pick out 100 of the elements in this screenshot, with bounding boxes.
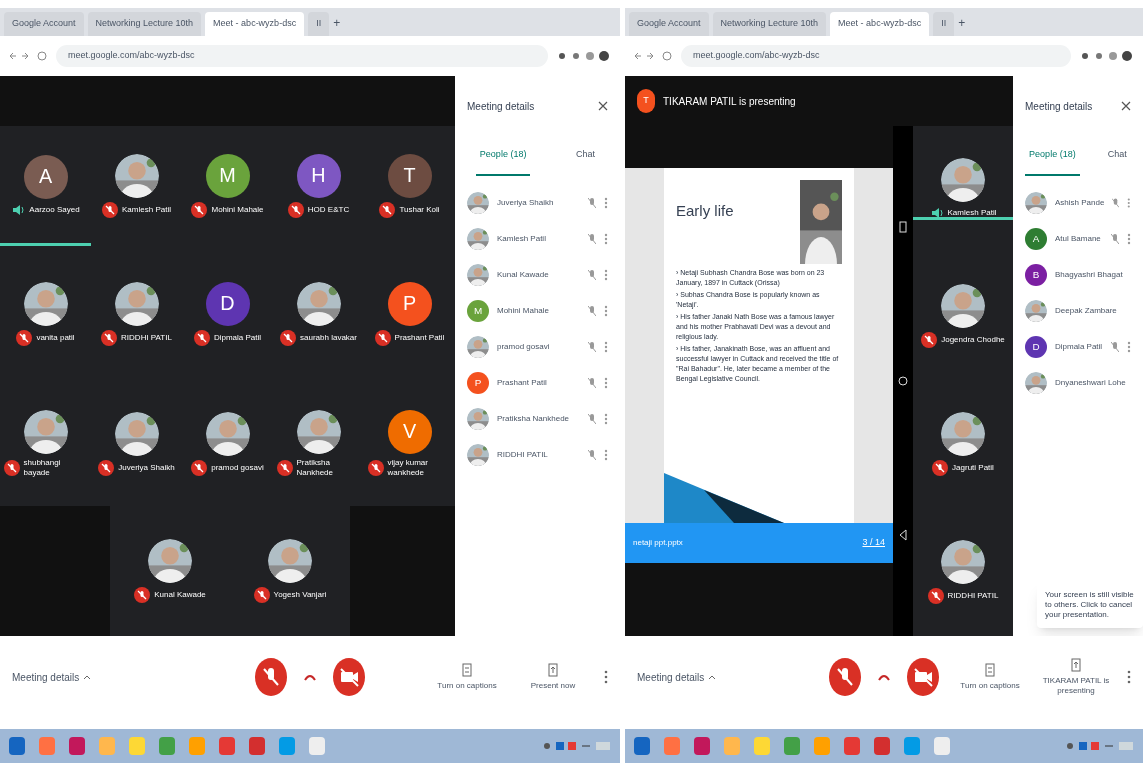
- taskbar-app-icon[interactable]: [843, 736, 861, 756]
- more-icon[interactable]: [604, 413, 608, 425]
- hang-up-icon[interactable]: [878, 673, 890, 681]
- participant-name: Kamlesh Patil: [947, 208, 997, 218]
- taskbar-app-icon[interactable]: [278, 736, 296, 756]
- mic-off-icon[interactable]: [588, 269, 596, 281]
- address-bar[interactable]: meet.google.com/abc-wyzb-dsc: [681, 45, 1071, 67]
- more-icon[interactable]: [604, 670, 608, 684]
- more-icon[interactable]: [604, 341, 608, 353]
- action-label[interactable]: Turn on captions: [960, 681, 1020, 691]
- taskbar-app-icon[interactable]: [248, 736, 266, 756]
- browser-tab[interactable]: Meet - abc-wyzb-dsc: [205, 12, 305, 36]
- camera-off-button[interactable]: [906, 657, 940, 697]
- participant-name: Jogendra Chodhe: [941, 335, 1005, 345]
- mic-off-button[interactable]: [828, 657, 862, 697]
- address-bar[interactable]: meet.google.com/abc-wyzb-dsc: [56, 45, 548, 67]
- more-icon[interactable]: [604, 377, 608, 389]
- more-icon[interactable]: [604, 449, 608, 461]
- mic-off-icon[interactable]: [588, 377, 596, 389]
- new-tab-button[interactable]: +: [333, 14, 341, 36]
- more-icon[interactable]: [604, 269, 608, 281]
- panel-tab[interactable]: Chat: [1103, 136, 1131, 176]
- extension-icon[interactable]: [1079, 49, 1135, 63]
- mic-off-icon[interactable]: [588, 305, 596, 317]
- mic-off-icon[interactable]: [1111, 341, 1119, 353]
- panel-tab[interactable]: People (18): [1025, 136, 1080, 176]
- action-label[interactable]: Turn on captions: [437, 681, 497, 691]
- close-icon[interactable]: [598, 101, 608, 111]
- navigation-icon[interactable]: [633, 50, 673, 62]
- mic-off-icon[interactable]: [588, 233, 596, 245]
- mic-off-icon[interactable]: [588, 197, 596, 209]
- participant-name: saurabh lavakar: [300, 333, 357, 343]
- mic-off-icon[interactable]: [1111, 233, 1119, 245]
- participant-name: Ashish Pande: [1055, 197, 1105, 209]
- panel-tab[interactable]: People (18): [475, 136, 531, 176]
- taskbar-app-icon[interactable]: [8, 736, 26, 756]
- more-icon[interactable]: [604, 233, 608, 245]
- system-tray-icon[interactable]: [1065, 739, 1135, 753]
- participant-name: HOD E&TC: [307, 205, 350, 215]
- chevron-up-icon[interactable]: [83, 674, 92, 680]
- taskbar-app-icon[interactable]: [933, 736, 951, 756]
- extension-icon[interactable]: [556, 49, 612, 63]
- meeting-details-button[interactable]: Meeting details: [637, 669, 705, 685]
- more-icon[interactable]: [1127, 670, 1131, 684]
- action-label[interactable]: Present now: [530, 681, 576, 691]
- meeting-details-button[interactable]: Meeting details: [12, 669, 80, 685]
- browser-tab[interactable]: II: [933, 12, 955, 36]
- browser-tab[interactable]: Networking Lecture 10th: [87, 12, 202, 36]
- captions-icon[interactable]: [462, 663, 472, 677]
- participant-name: Aarzoo Sayed: [29, 205, 80, 215]
- navigation-icon[interactable]: [8, 50, 48, 62]
- action-label[interactable]: TIKARAM PATIL is presenting: [1041, 676, 1111, 696]
- captions-icon[interactable]: [985, 663, 995, 677]
- recents-icon[interactable]: [899, 221, 907, 234]
- taskbar-app-icon[interactable]: [218, 736, 236, 756]
- taskbar-app-icon[interactable]: [753, 736, 771, 756]
- more-icon[interactable]: [1127, 341, 1131, 353]
- taskbar-app-icon[interactable]: [783, 736, 801, 756]
- participant-name: Prashant Patil: [497, 377, 548, 389]
- more-icon[interactable]: [604, 197, 608, 209]
- panel-title: Meeting details: [1025, 99, 1093, 114]
- taskbar-app-icon[interactable]: [68, 736, 86, 756]
- present-icon[interactable]: [1071, 658, 1081, 672]
- participant-name: Dipmala Patil: [213, 333, 262, 343]
- slide-title: Early life: [676, 201, 734, 221]
- mic-off-button[interactable]: [254, 657, 288, 697]
- participant-name: pramod gosavi: [211, 463, 264, 473]
- participant-name: Deepak Zambare: [1055, 305, 1117, 317]
- browser-tab[interactable]: Google Account: [4, 12, 84, 36]
- mic-off-icon[interactable]: [588, 413, 596, 425]
- browser-tab[interactable]: II: [308, 12, 330, 36]
- taskbar-app-icon[interactable]: [903, 736, 921, 756]
- more-icon[interactable]: [1127, 197, 1131, 209]
- home-icon[interactable]: [898, 376, 908, 386]
- mic-off-icon[interactable]: [1112, 197, 1120, 209]
- participant-name: pramod gosavi: [497, 341, 551, 353]
- participant-name: RIDDHI PATIL: [497, 449, 549, 461]
- new-tab-button[interactable]: +: [958, 14, 966, 36]
- close-icon[interactable]: [1121, 101, 1131, 111]
- camera-off-button[interactable]: [332, 657, 366, 697]
- more-icon[interactable]: [1127, 233, 1131, 245]
- mic-off-icon[interactable]: [588, 341, 596, 353]
- taskbar-app-icon[interactable]: [693, 736, 711, 756]
- panel-tab[interactable]: Chat: [572, 136, 600, 176]
- taskbar-app-icon[interactable]: [633, 736, 651, 756]
- taskbar-app-icon[interactable]: [158, 736, 176, 756]
- hang-up-icon[interactable]: [304, 673, 316, 681]
- browser-tab[interactable]: Networking Lecture 10th: [712, 12, 827, 36]
- taskbar-app-icon[interactable]: [128, 736, 146, 756]
- avatar: T: [387, 154, 432, 198]
- more-icon[interactable]: [604, 305, 608, 317]
- taskbar-app-icon[interactable]: [308, 736, 326, 756]
- back-icon[interactable]: [899, 528, 907, 541]
- browser-tab[interactable]: Google Account: [629, 12, 709, 36]
- taskbar-app-icon[interactable]: [873, 736, 891, 756]
- chevron-up-icon[interactable]: [708, 674, 717, 680]
- system-tray-icon[interactable]: [542, 739, 612, 753]
- mic-off-icon[interactable]: [588, 449, 596, 461]
- present-icon[interactable]: [548, 663, 558, 677]
- browser-tab[interactable]: Meet - abc-wyzb-dsc: [830, 12, 930, 36]
